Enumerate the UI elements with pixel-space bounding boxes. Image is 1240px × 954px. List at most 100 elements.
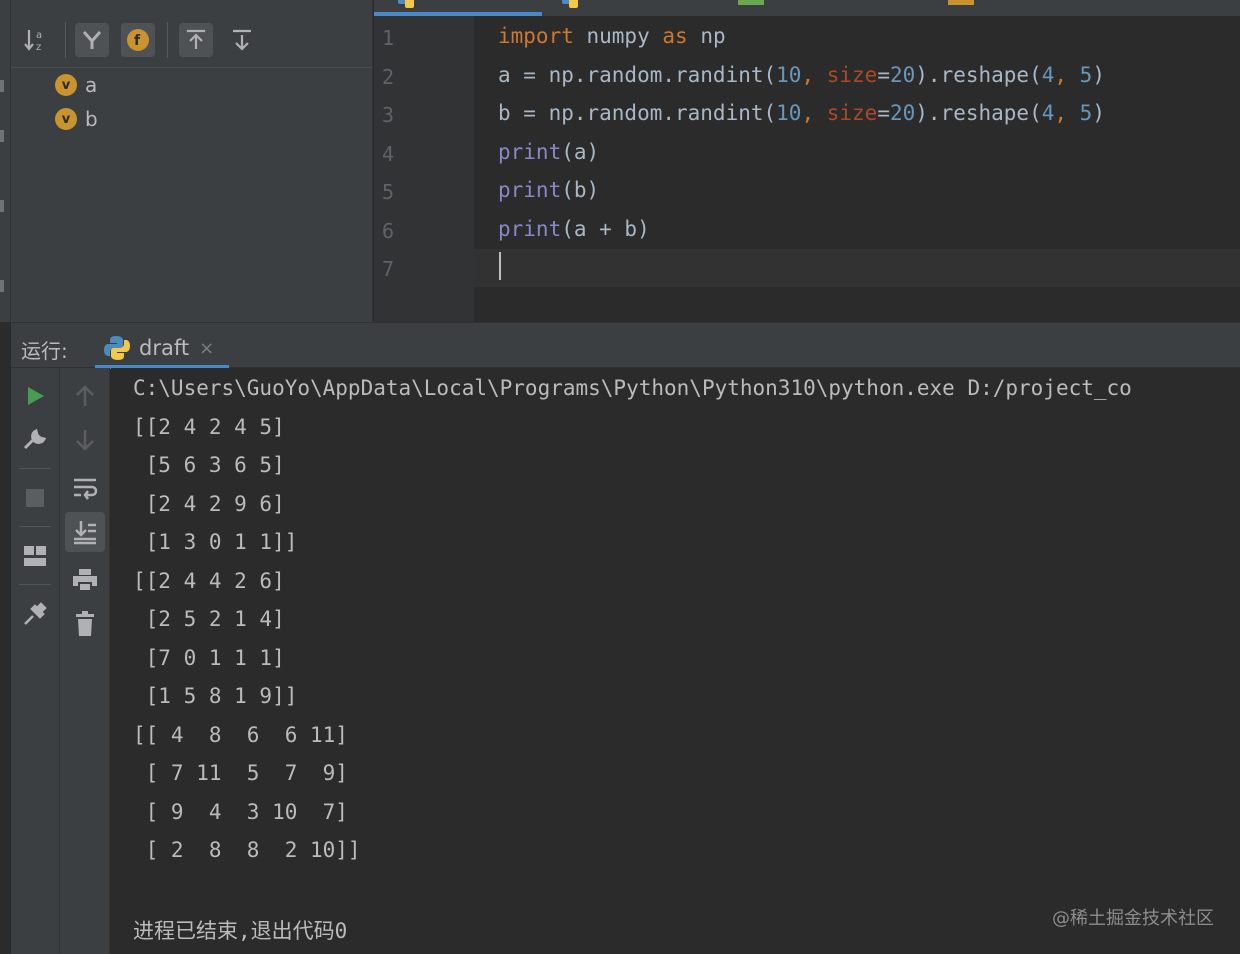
code-token: 10: [776, 101, 802, 125]
code-token: =: [877, 101, 890, 125]
wrench-icon: [23, 428, 47, 450]
line-number: 3: [382, 103, 395, 127]
code-token: 20: [889, 62, 916, 87]
structure-item-label: b: [85, 107, 98, 131]
html-file-icon: [738, 0, 764, 5]
python-file-icon: [562, 0, 578, 8]
code-token: print: [498, 216, 562, 241]
arrow-up-to-line-icon: [187, 29, 205, 49]
left-tool-strip: [0, 0, 11, 322]
console-line: [5 6 3 6 5]: [133, 453, 285, 477]
restore-layout-button[interactable]: [19, 540, 51, 572]
layout-icon: [24, 546, 46, 566]
svg-text:z: z: [36, 42, 41, 53]
code-token: ): [1092, 62, 1105, 87]
edit-configuration-button[interactable]: [19, 424, 51, 456]
code-token: ,: [1054, 62, 1080, 87]
line-number: 5: [382, 180, 395, 204]
sort-alpha-button[interactable]: a z: [19, 23, 53, 57]
svg-text:a: a: [36, 30, 42, 41]
code-token: a = np.random.randint(: [498, 62, 777, 87]
code-token: ,: [801, 62, 827, 87]
console-line: [1 5 8 1 9]]: [133, 684, 298, 708]
close-icon[interactable]: ×: [199, 338, 214, 359]
line-number-gutter: 1 2 3 4 5 6 7: [374, 16, 474, 322]
code-token: (a + b): [561, 216, 650, 241]
scroll-up-button[interactable]: [69, 380, 101, 412]
line-number: 7: [382, 257, 395, 281]
stop-icon: [26, 489, 44, 507]
code-token: import: [498, 24, 574, 48]
structure-item-label: a: [85, 73, 98, 97]
code-token: size: [826, 101, 878, 125]
code-token: 20: [889, 101, 916, 125]
console-line: [2 4 2 9 6]: [133, 491, 285, 516]
code-editor[interactable]: import numpy as np a = np.random.randint(…: [474, 16, 1240, 322]
code-line: import numpy as np: [498, 24, 726, 48]
code-token: np: [687, 24, 726, 48]
code-token: =: [877, 62, 890, 87]
pin-icon: [24, 602, 47, 625]
scroll-down-button[interactable]: [69, 424, 101, 456]
run-panel-title: 运行:: [21, 339, 68, 363]
console-line: [2 5 2 1 4]: [133, 607, 285, 631]
console-line: [[2 4 4 2 6]: [133, 568, 285, 593]
run-toolbar-primary: [11, 368, 60, 954]
code-token: as: [662, 24, 688, 48]
code-token: ,: [801, 101, 827, 125]
arrow-up-icon: [76, 385, 94, 406]
current-line-highlight: [474, 249, 1240, 287]
code-token: ): [1092, 101, 1105, 125]
print-button[interactable]: [69, 564, 101, 596]
structure-item-a[interactable]: v a: [55, 73, 97, 97]
structure-toolbar: a z f: [11, 16, 372, 68]
clear-all-button[interactable]: [69, 608, 101, 640]
console-line: [ 2 8 8 2 10]]: [133, 838, 361, 862]
line-number: 1: [382, 26, 395, 50]
code-line: print(a + b): [498, 217, 650, 241]
scroll-to-end-button[interactable]: [65, 512, 105, 552]
variable-icon: v: [55, 74, 77, 96]
console-line: [ 9 4 3 10 7]: [133, 799, 348, 824]
code-token: 4: [1041, 62, 1055, 87]
line-number: 2: [382, 64, 395, 89]
editor-tab[interactable]: [948, 0, 1068, 16]
soft-wrap-icon: [74, 478, 98, 500]
code-token: ,: [1054, 101, 1080, 125]
expand-all-button[interactable]: [179, 23, 213, 57]
structure-item-b[interactable]: v b: [55, 107, 98, 131]
console-line: [ 7 11 5 7 9]: [133, 761, 348, 785]
show-fields-button[interactable]: f: [121, 23, 155, 57]
code-token: 5: [1079, 62, 1093, 87]
stop-button[interactable]: [19, 482, 51, 514]
show-inherited-button[interactable]: [75, 23, 109, 57]
soft-wrap-button[interactable]: [69, 472, 101, 504]
code-token: 5: [1079, 101, 1093, 125]
editor-tab[interactable]: [738, 0, 898, 16]
run-tab-draft[interactable]: draft ×: [103, 331, 214, 365]
arrow-down-icon: [76, 430, 94, 451]
run-toolbar-secondary: [60, 368, 110, 954]
watermark: @稀土掘金技术社区: [1052, 908, 1214, 929]
python-file-icon: [398, 0, 414, 8]
console-line: [[ 4 8 6 6 11]: [133, 722, 348, 747]
trash-icon: [76, 611, 94, 636]
svg-text:f: f: [134, 33, 141, 49]
run-console-output[interactable]: @稀土掘金技术社区 C:\Users\GuoYo\AppData\Local\P…: [111, 368, 1240, 954]
console-line: [1 3 0 1 1]]: [133, 530, 298, 554]
code-token: (a): [561, 139, 600, 164]
line-number: 4: [382, 141, 395, 166]
play-icon: [28, 387, 44, 405]
console-line: 进程已结束,退出代码0: [133, 919, 348, 943]
collapse-all-button[interactable]: [225, 23, 259, 57]
editor-tab[interactable]: [558, 0, 708, 16]
code-token: b = np.random.randint(: [498, 101, 777, 125]
code-token: 10: [776, 62, 802, 87]
sort-alpha-icon: a z: [24, 30, 42, 53]
rerun-button[interactable]: [19, 380, 51, 412]
pin-tab-button[interactable]: [19, 598, 51, 630]
field-icon: f: [127, 29, 149, 51]
text-caret: [499, 252, 501, 280]
console-line: [7 0 1 1 1]: [133, 645, 285, 670]
js-file-icon: [948, 0, 974, 5]
